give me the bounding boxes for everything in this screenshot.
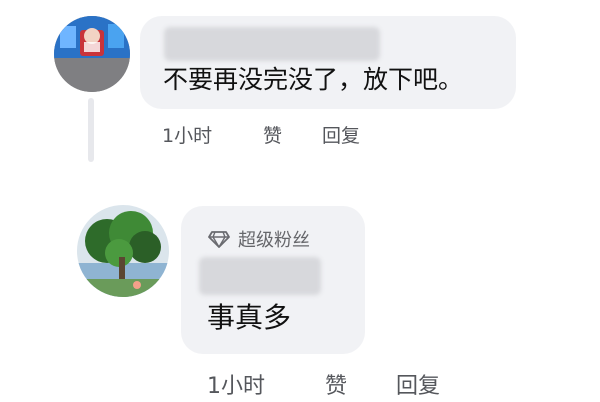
reply-button[interactable]: 回复 xyxy=(322,121,360,148)
diamond-icon xyxy=(208,231,230,248)
comment-text: 不要再没完没了，放下吧。 xyxy=(163,65,464,94)
blurred-username xyxy=(164,27,380,61)
like-button[interactable]: 赞 xyxy=(263,121,282,148)
comment-time: 1小时 xyxy=(207,374,265,399)
thread-line xyxy=(88,98,94,162)
blurred-username xyxy=(199,257,321,295)
badge-label: 超级粉丝 xyxy=(238,230,310,251)
comment-text: 事真多 xyxy=(207,301,292,334)
commenter-avatar[interactable] xyxy=(77,205,169,297)
comment-time: 1小时 xyxy=(162,125,213,147)
commenter-avatar[interactable] xyxy=(54,16,130,92)
reply-button[interactable]: 回复 xyxy=(396,368,440,400)
like-button[interactable]: 赞 xyxy=(325,368,347,400)
super-fan-badge: 超级粉丝 xyxy=(208,226,310,252)
